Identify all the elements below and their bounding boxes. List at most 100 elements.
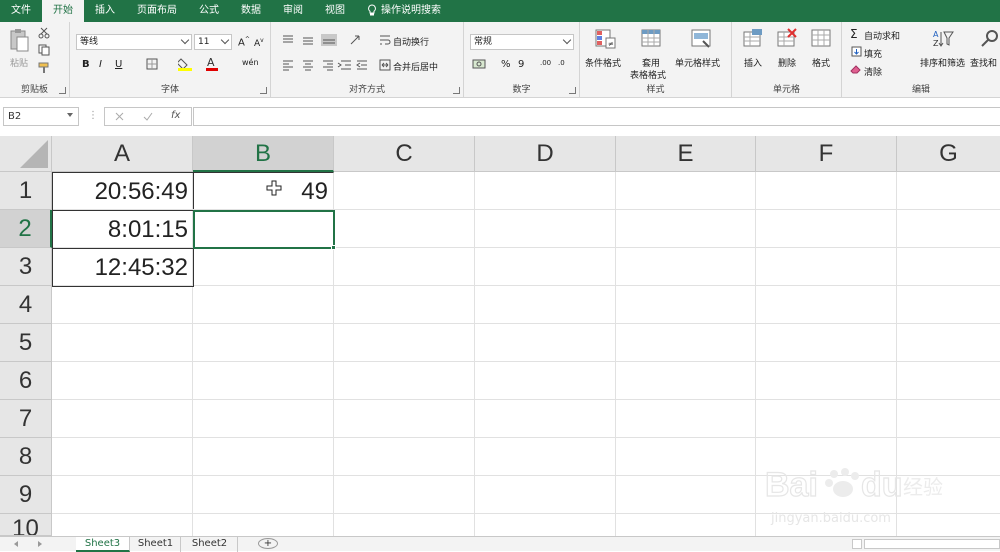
tab-page-layout[interactable]: 页面布局 — [126, 0, 188, 22]
format-cells-icon[interactable] — [810, 28, 832, 50]
paste-icon[interactable] — [8, 28, 30, 54]
format-as-table-label-2[interactable]: 表格格式 — [630, 68, 666, 81]
borders-icon[interactable] — [146, 58, 158, 70]
tab-view[interactable]: 视图 — [314, 0, 356, 22]
tab-insert[interactable]: 插入 — [84, 0, 126, 22]
font-name-combo[interactable]: 等线 — [76, 34, 192, 50]
name-box[interactable]: B2 — [3, 107, 79, 126]
wrap-text-icon[interactable] — [379, 35, 391, 45]
scroll-left-button[interactable] — [852, 539, 862, 549]
select-all-button[interactable] — [0, 136, 52, 172]
row-header-10[interactable]: 10 — [0, 514, 52, 536]
tab-review[interactable]: 审阅 — [272, 0, 314, 22]
tab-home[interactable]: 开始 — [42, 0, 84, 22]
column-header-d[interactable]: D — [475, 136, 616, 172]
column-header-f[interactable]: F — [756, 136, 897, 172]
merge-center-button[interactable]: 合并后居中 — [393, 60, 438, 73]
row-header-1[interactable]: 1 — [0, 172, 52, 210]
font-launcher[interactable] — [260, 87, 267, 94]
tell-me-search[interactable]: 操作说明搜索 — [356, 0, 452, 22]
formula-input[interactable] — [193, 107, 1000, 126]
autosum-button[interactable]: 自动求和 — [864, 29, 900, 42]
orientation-icon[interactable] — [349, 34, 365, 46]
cell-a1[interactable]: 20:56:49 — [52, 172, 194, 211]
tab-data[interactable]: 数据 — [230, 0, 272, 22]
fill-handle[interactable] — [331, 245, 336, 250]
shrink-font-icon[interactable]: Av — [254, 37, 264, 49]
column-header-e[interactable]: E — [616, 136, 756, 172]
row-header-9[interactable]: 9 — [0, 476, 52, 514]
decrease-decimal-icon[interactable]: .0 — [558, 59, 565, 67]
insert-cells-icon[interactable] — [742, 28, 764, 50]
column-header-c[interactable]: C — [334, 136, 475, 172]
cell-styles-icon[interactable] — [690, 28, 712, 50]
insert-function-button[interactable]: fx — [171, 110, 180, 121]
sheet-tab-sheet1[interactable]: Sheet1 — [131, 537, 181, 552]
cell-b1[interactable]: 49 — [193, 172, 334, 210]
format-as-table-icon[interactable] — [640, 28, 662, 50]
format-cells-label[interactable]: 格式 — [812, 56, 830, 69]
cell-b2-selected[interactable] — [193, 210, 335, 249]
alignment-launcher[interactable] — [453, 87, 460, 94]
row-header-2[interactable]: 2 — [0, 210, 52, 248]
cell-a3[interactable]: 12:45:32 — [52, 248, 194, 287]
column-header-g[interactable]: G — [897, 136, 1000, 172]
row-header-7[interactable]: 7 — [0, 400, 52, 438]
underline-button[interactable]: U — [115, 59, 122, 70]
number-format-combo[interactable]: 常规 — [470, 34, 574, 50]
comma-button[interactable]: 9 — [518, 59, 524, 70]
font-color-icon[interactable]: A — [206, 56, 218, 72]
clipboard-launcher[interactable] — [59, 87, 66, 94]
row-header-5[interactable]: 5 — [0, 324, 52, 362]
cut-icon[interactable] — [38, 27, 50, 39]
sort-filter-icon[interactable]: AZ — [932, 28, 954, 50]
sigma-icon[interactable]: Σ — [850, 27, 858, 41]
percent-button[interactable]: % — [501, 59, 511, 70]
eraser-icon[interactable] — [850, 64, 862, 74]
grow-font-icon[interactable]: A^ — [238, 36, 250, 48]
row-header-8[interactable]: 8 — [0, 438, 52, 476]
next-sheet-icon[interactable] — [38, 541, 42, 547]
italic-button[interactable]: I — [99, 59, 102, 70]
format-painter-icon[interactable] — [38, 62, 51, 74]
cancel-icon[interactable] — [115, 112, 124, 121]
vertical-align-icons[interactable] — [281, 34, 339, 46]
conditional-format-label[interactable]: 条件格式 — [585, 56, 621, 69]
fill-icon[interactable] — [851, 46, 862, 57]
column-header-a[interactable]: A — [52, 136, 193, 172]
font-size-combo[interactable]: 11 — [194, 34, 232, 50]
cell-styles-label[interactable]: 单元格样式 — [675, 56, 720, 69]
tab-formulas[interactable]: 公式 — [188, 0, 230, 22]
row-header-6[interactable]: 6 — [0, 362, 52, 400]
sheet-tab-sheet2[interactable]: Sheet2 — [182, 537, 238, 552]
tab-file[interactable]: 文件 — [0, 0, 42, 22]
find-select-icon[interactable] — [980, 28, 1000, 50]
conditional-format-icon[interactable]: ≠ — [594, 28, 616, 50]
sheet-tab-sheet3[interactable]: Sheet3 — [76, 537, 130, 552]
phonetic-icon[interactable]: wén — [242, 58, 259, 67]
add-sheet-button[interactable]: + — [258, 538, 278, 549]
column-header-b[interactable]: B — [193, 136, 334, 172]
copy-icon[interactable] — [38, 44, 50, 56]
enter-icon[interactable] — [143, 112, 153, 121]
number-launcher[interactable] — [569, 87, 576, 94]
currency-icon[interactable] — [472, 58, 488, 70]
bold-button[interactable]: B — [82, 59, 90, 70]
wrap-text-button[interactable]: 自动换行 — [393, 35, 429, 48]
sort-filter-label[interactable]: 排序和筛选 — [920, 56, 965, 69]
row-header-3[interactable]: 3 — [0, 248, 52, 286]
fill-color-icon[interactable] — [178, 56, 192, 72]
merge-center-icon[interactable] — [379, 59, 391, 71]
indent-icons[interactable] — [337, 59, 371, 71]
cell-a2[interactable]: 8:01:15 — [52, 210, 194, 249]
clear-button[interactable]: 清除 — [864, 65, 882, 78]
delete-cells-label[interactable]: 删除 — [778, 56, 796, 69]
insert-cells-label[interactable]: 插入 — [744, 56, 762, 69]
find-select-label[interactable]: 查找和 — [970, 56, 997, 69]
horizontal-align-icons[interactable] — [281, 59, 339, 71]
horizontal-scrollbar[interactable] — [864, 539, 1000, 549]
fill-button[interactable]: 填充 — [864, 47, 882, 60]
row-header-4[interactable]: 4 — [0, 286, 52, 324]
increase-decimal-icon[interactable]: .00 — [540, 59, 551, 67]
delete-cells-icon[interactable] — [776, 28, 798, 50]
